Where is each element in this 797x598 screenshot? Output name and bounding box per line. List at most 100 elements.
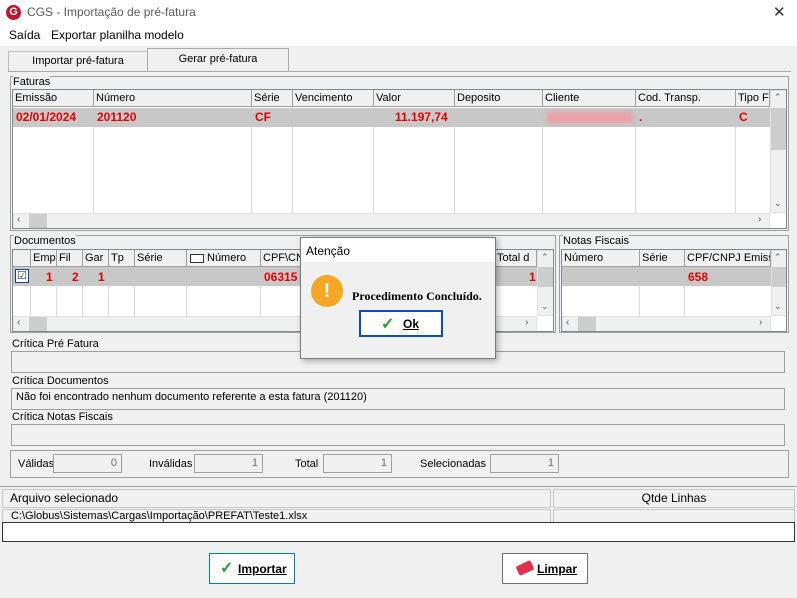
importar-button[interactable]: ✓ Importar — [209, 553, 295, 584]
dialog-message: Procedimento Concluído. — [352, 289, 482, 303]
col-serie[interactable]: Série — [252, 90, 293, 107]
critica-notas-field — [11, 424, 785, 446]
scroll-down-icon[interactable]: ⌄ — [541, 301, 549, 312]
invalidas-label: Inválidas — [149, 458, 193, 470]
cell-emissao: 02/01/2024 — [16, 110, 77, 124]
faturas-grid[interactable]: Emissão Número Série Vencimento Valor De… — [12, 89, 787, 229]
importar-label: Importar — [238, 562, 287, 576]
cell-gar: 1 — [98, 270, 105, 284]
col-nf-serie[interactable]: Série — [640, 250, 685, 267]
scroll-up-icon[interactable]: ⌃ — [774, 92, 782, 103]
row-checkbox[interactable]: ☑ — [15, 269, 29, 283]
critica-pre-fatura-label: Crítica Pré Fatura — [12, 338, 99, 350]
col-deposito[interactable]: Deposito — [455, 90, 543, 107]
scroll-down-icon[interactable]: ⌄ — [774, 198, 782, 209]
faturas-hscroll-thumb[interactable] — [29, 214, 47, 228]
total-value: 1 — [323, 454, 392, 473]
notas-vscroll-thumb[interactable] — [772, 267, 786, 287]
col-tp[interactable]: Tp — [109, 250, 135, 267]
counts-panel — [10, 450, 789, 478]
col-cpf[interactable]: CPF\CN — [261, 250, 301, 267]
limpar-button[interactable]: Limpar — [502, 553, 588, 584]
faturas-hscroll[interactable] — [13, 213, 770, 228]
col-doc-serie[interactable]: Série — [135, 250, 187, 267]
col-nf-numero[interactable]: Número — [562, 250, 640, 267]
col-cod-transp[interactable]: Cod. Transp. — [636, 90, 736, 107]
cell-numero: 201120 — [97, 110, 137, 124]
status-input[interactable] — [2, 522, 795, 542]
cell-emp: 1 — [46, 270, 53, 284]
app-logo-icon: G — [6, 5, 21, 20]
notas-grid[interactable]: Número Série CPF/CNPJ Emiss 658 ⌃ ⌄ ‹ › — [561, 249, 787, 332]
col-emissao[interactable]: Emissão — [13, 90, 94, 107]
notas-row[interactable] — [562, 267, 771, 286]
col-tipo[interactable]: Tipo F — [736, 90, 770, 107]
cell-tipo: C — [739, 110, 748, 124]
cell-cliente-redacted — [547, 112, 633, 123]
qtde-linhas-label: Qtde Linhas — [553, 489, 795, 508]
documentos-hscroll-thumb[interactable] — [29, 317, 47, 331]
col-emp[interactable]: Emp — [31, 250, 57, 267]
col-valor[interactable]: Valor — [374, 90, 455, 107]
scroll-up-icon[interactable]: ⌃ — [774, 252, 782, 263]
tab-importar[interactable]: Importar pré-fatura — [8, 51, 148, 71]
scroll-right-icon[interactable]: › — [759, 317, 762, 328]
critica-documentos-label: Crítica Documentos — [12, 375, 109, 387]
tab-border — [8, 71, 791, 72]
scroll-down-icon[interactable]: ⌄ — [774, 301, 782, 312]
scroll-right-icon[interactable]: › — [525, 317, 528, 328]
invalidas-value: 1 — [194, 454, 263, 473]
notas-hscroll-thumb[interactable] — [578, 317, 596, 331]
selecionadas-label: Selecionadas — [420, 458, 487, 470]
cell-valor: 11.197,74 — [395, 110, 448, 124]
qtde-linhas-value — [553, 509, 795, 523]
cell-cod-transp: . — [639, 110, 643, 124]
scroll-left-icon[interactable]: ‹ — [17, 317, 20, 328]
validas-value: 0 — [53, 454, 122, 473]
divider — [0, 486, 797, 487]
validas-label: Válidas — [18, 458, 55, 470]
warning-icon: ! — [311, 275, 343, 307]
col-nf-cpf[interactable]: CPF/CNPJ Emiss — [685, 250, 771, 267]
notas-label: Notas Fiscais — [563, 235, 630, 247]
cell-serie: CF — [255, 110, 271, 124]
check-icon: ✓ — [381, 316, 395, 333]
menu-exportar-planilha[interactable]: Exportar planilha modelo — [51, 28, 184, 42]
col-total[interactable]: Total d — [495, 250, 537, 267]
cell-fil: 2 — [72, 270, 79, 284]
attention-dialog: Atenção ! Procedimento Concluído. ✓ Ok — [300, 237, 496, 359]
critica-documentos-field: Não foi encontrado nenhum documento refe… — [11, 388, 785, 410]
col-check — [13, 250, 31, 267]
ok-label: Ok — [403, 317, 420, 331]
faturas-vscroll-thumb[interactable] — [771, 108, 786, 150]
selecionadas-value: 1 — [490, 454, 559, 473]
documentos-vscroll-thumb[interactable] — [538, 267, 553, 287]
ok-button[interactable]: ✓ Ok — [359, 310, 443, 337]
tab-gerar[interactable]: Gerar pré-fatura — [147, 48, 289, 72]
total-label: Total — [295, 458, 319, 470]
faturas-label: Faturas — [13, 76, 51, 88]
cell-cpf: 06315 — [264, 270, 298, 284]
col-fil[interactable]: Fil — [57, 250, 83, 267]
close-icon[interactable]: ✕ — [773, 3, 786, 21]
scroll-left-icon[interactable]: ‹ — [17, 214, 20, 225]
col-numero[interactable]: Número — [94, 90, 252, 107]
scroll-up-icon[interactable]: ⌃ — [541, 252, 549, 263]
scroll-left-icon[interactable]: ‹ — [566, 317, 569, 328]
col-gar[interactable]: Gar — [83, 250, 109, 267]
col-vencimento[interactable]: Vencimento — [293, 90, 374, 107]
eraser-icon — [515, 560, 535, 576]
file-path: C:\Globus\Sistemas\Cargas\Importação\PRE… — [2, 509, 551, 523]
documentos-label: Documentos — [14, 235, 76, 247]
arquivo-label: Arquivo selecionado — [2, 489, 551, 508]
window-title: CGS - Importação de pré-fatura — [27, 5, 196, 19]
menu-saida[interactable]: Saída — [9, 28, 40, 42]
cell-total: 1 — [529, 270, 536, 284]
card-icon — [190, 254, 204, 263]
check-icon: ✓ — [220, 560, 234, 577]
critica-notas-label: Crítica Notas Fiscais — [12, 411, 113, 423]
dialog-title: Atenção — [306, 244, 351, 258]
limpar-label: Limpar — [537, 562, 578, 576]
col-cliente[interactable]: Cliente — [543, 90, 636, 107]
scroll-right-icon[interactable]: › — [758, 214, 761, 225]
